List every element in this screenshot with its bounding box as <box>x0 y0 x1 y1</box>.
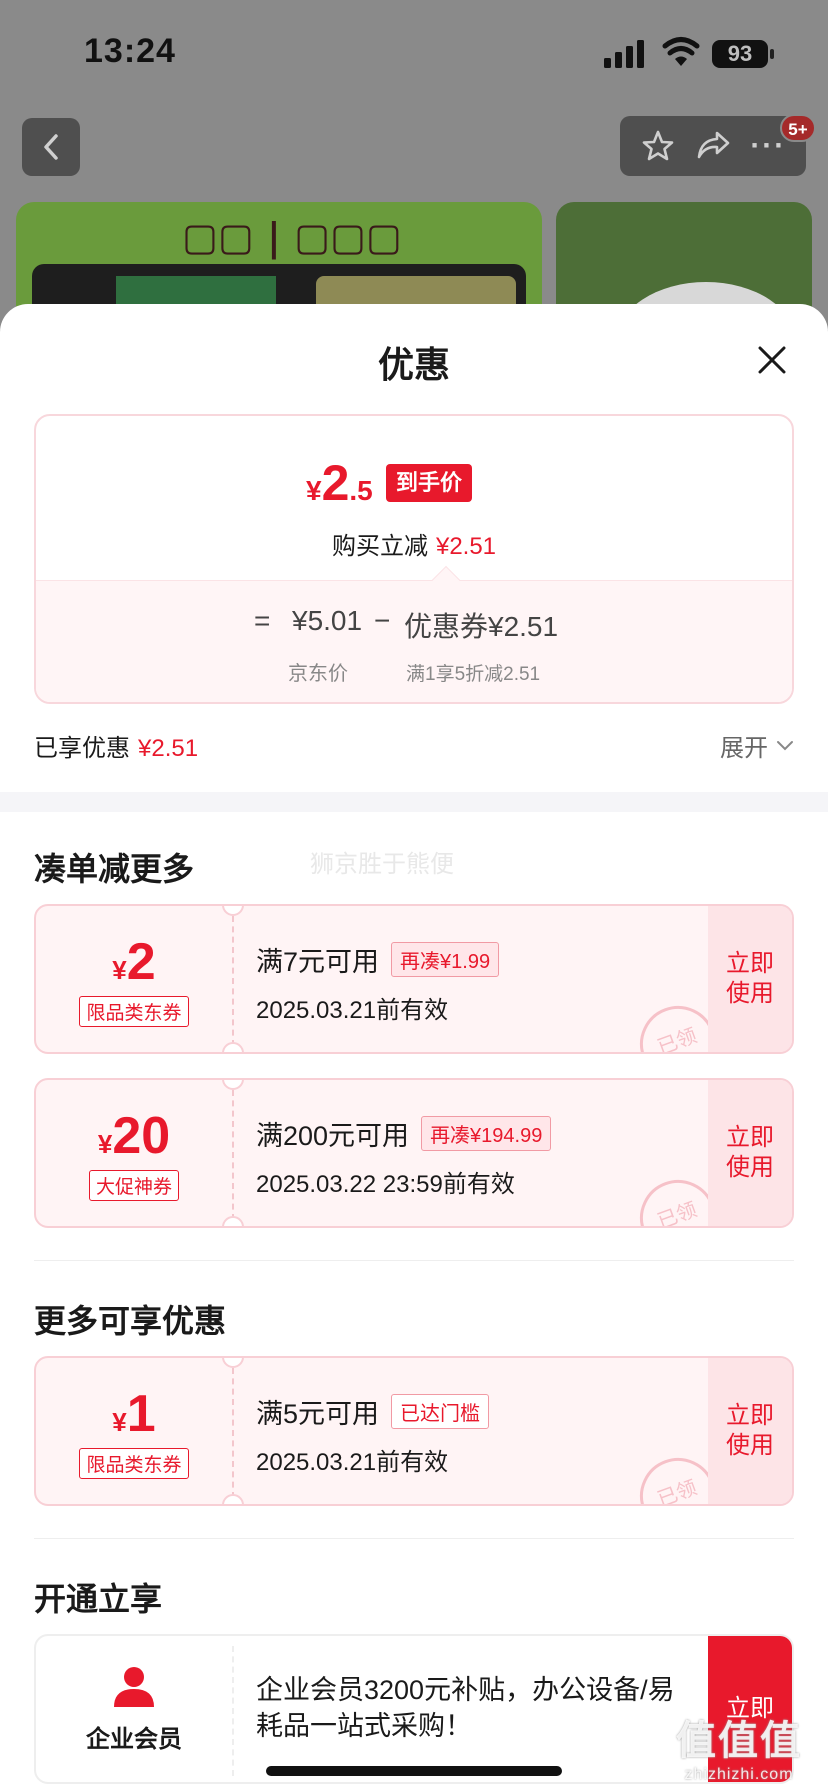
coupon-amount: ¥2 <box>112 932 155 992</box>
site-watermark-url: zhizhizhi.com <box>684 1766 794 1783</box>
final-price-int: 2 <box>321 455 350 511</box>
coupon-card: ¥20 大促神券 满200元可用 再凑¥194.99 2025.03.22 23… <box>34 1078 794 1228</box>
expand-label: 展开 <box>720 735 768 762</box>
coupon-type-badge: 限品类东券 <box>79 1447 189 1479</box>
coupon-amount: ¥1 <box>112 1384 155 1444</box>
price-calculation: = ¥5.01 − 优惠券¥2.51 京东价 满1享5折减2.51 <box>36 565 792 702</box>
wifi-icon <box>662 37 700 66</box>
share-icon <box>697 131 730 159</box>
member-description: 企业会员3200元补贴，办公设备/易耗品一站式采购！ <box>256 1675 675 1741</box>
coupon-threshold-tag: 已达门槛 <box>391 1394 490 1429</box>
coupon-type-badge: 大促神券 <box>88 1169 179 1201</box>
divider <box>34 1260 794 1261</box>
chevron-left-icon <box>44 134 58 160</box>
price-breakdown-card: ¥2.5 到手价 购买立减 ¥2.51 = ¥5.01 − 优惠券¥2.51 京东… <box>34 414 794 704</box>
calc-coupon-desc: 满1享5折减2.51 <box>406 664 541 685</box>
coupon-currency: ¥ <box>97 1128 113 1159</box>
notification-badge: 5+ <box>780 114 816 142</box>
header-actions: ··· <box>620 116 806 176</box>
enjoyed-amount: ¥2.51 <box>138 735 199 762</box>
coupon-amount-value: 20 <box>112 1106 171 1165</box>
coupon-condition: 满7元可用 <box>256 947 380 977</box>
coupon-currency: ¥ <box>112 954 127 985</box>
share-button[interactable] <box>693 126 733 166</box>
coupon-gap-tag: 再凑¥1.99 <box>391 942 500 977</box>
sheet-title: 优惠 <box>377 344 450 385</box>
coupon-value-block: ¥2 限品类东券 <box>36 906 232 1052</box>
coupon-validity: 2025.03.22 23:59前有效 <box>256 1171 515 1198</box>
battery-indicator: 93 <box>712 40 768 68</box>
final-price-tag: 到手价 <box>386 464 473 502</box>
use-now-button[interactable]: 立即使用 <box>708 906 792 1052</box>
instant-discount-line: 购买立减 ¥2.51 <box>36 526 792 561</box>
final-price-area: ¥2.5 到手价 购买立减 ¥2.51 <box>36 416 792 580</box>
member-identity: 企业会员 <box>36 1636 232 1782</box>
calc-equals: = <box>254 605 271 636</box>
coupon-condition: 满5元可用 <box>256 1399 380 1429</box>
coupon-notch <box>222 1042 244 1052</box>
coupon-currency: ¥ <box>112 1406 127 1437</box>
calc-minus: − <box>374 605 391 636</box>
expand-button[interactable]: 展开 <box>720 728 794 763</box>
status-time: 13:24 <box>84 32 176 70</box>
coupon-dashed-divider <box>232 1368 234 1498</box>
brand-logo: ▢▢ | ▢▢▢ <box>182 214 402 259</box>
section-title-more-offers: 更多可享优惠 <box>34 1303 227 1339</box>
coupon-card: ¥2 限品类东券 满7元可用 再凑¥1.99 2025.03.21前有效 已领 … <box>34 904 794 1054</box>
star-icon <box>642 130 673 161</box>
final-price-currency: ¥ <box>306 475 322 506</box>
use-now-button[interactable]: 立即使用 <box>708 1080 792 1226</box>
coupon-validity: 2025.03.21前有效 <box>256 997 449 1024</box>
instant-discount-label: 购买立减 <box>331 533 428 560</box>
back-button[interactable] <box>22 118 80 176</box>
discount-sheet: 优惠 ¥2.5 到手价 购买立减 ¥2.51 = ¥5.01 − 优惠券¥2.51… <box>0 304 828 1792</box>
coupon-card: ¥1 限品类东券 满5元可用 已达门槛 2025.03.21前有效 已领 立即使… <box>34 1356 794 1506</box>
enjoyed-discount-row: 已享优惠 ¥2.51 展开 <box>34 728 794 768</box>
instant-discount-amount: ¥2.51 <box>435 533 497 560</box>
coupon-type-badge: 限品类东券 <box>79 995 189 1027</box>
status-bar: 13:24 93 <box>0 0 828 100</box>
coupon-condition-row: 满7元可用 再凑¥1.99 <box>256 940 500 979</box>
coupon-condition: 满200元可用 <box>256 1121 410 1151</box>
final-price-dec: .5 <box>349 475 373 506</box>
calc-coupon-value: 优惠券¥2.51 <box>404 611 559 642</box>
site-watermark-logo: 值值值 <box>676 1719 802 1763</box>
battery-nub <box>770 49 774 59</box>
coupon-value-block: ¥20 大促神券 <box>36 1080 232 1226</box>
coupon-dashed-divider <box>232 1090 234 1220</box>
home-indicator[interactable] <box>266 1766 562 1776</box>
coupon-condition-row: 满5元可用 已达门槛 <box>256 1392 490 1431</box>
favorite-button[interactable] <box>638 126 678 166</box>
member-name: 企业会员 <box>86 1725 182 1753</box>
section-divider <box>0 792 828 812</box>
coupon-value-block: ¥1 限品类东券 <box>36 1358 232 1504</box>
chevron-down-icon <box>777 740 793 750</box>
close-icon[interactable] <box>752 340 792 380</box>
enjoyed-label: 已享优惠 <box>34 735 130 762</box>
coupon-dashed-divider <box>232 916 234 1046</box>
site-watermark: 值值值 zhizhizhi.com <box>676 1708 802 1784</box>
coupon-notch <box>222 1494 244 1504</box>
use-now-button[interactable]: 立即使用 <box>708 1358 792 1504</box>
section-title-more-savings: 凑单减更多 <box>34 851 195 887</box>
calc-jd-price: ¥5.01 <box>292 605 363 636</box>
coupon-notch <box>222 1216 244 1226</box>
member-dashed-divider <box>232 1646 234 1776</box>
coupon-amount-value: 2 <box>126 932 156 991</box>
coupon-validity: 2025.03.21前有效 <box>256 1449 449 1476</box>
coupon-amount-value: 1 <box>126 1384 156 1443</box>
final-price: ¥2.5 <box>306 454 373 512</box>
calc-jd-price-label: 京东价 <box>288 663 348 685</box>
user-icon <box>114 1666 154 1707</box>
coupon-amount: ¥20 <box>98 1106 170 1166</box>
faint-watermark: 狮京胜于熊便 <box>310 851 454 878</box>
signal-icon <box>604 40 644 68</box>
divider <box>34 1538 794 1539</box>
coupon-condition-row: 满200元可用 再凑¥194.99 <box>256 1114 552 1153</box>
section-title-activate: 开通立享 <box>34 1581 163 1617</box>
coupon-gap-tag: 再凑¥194.99 <box>421 1116 552 1151</box>
